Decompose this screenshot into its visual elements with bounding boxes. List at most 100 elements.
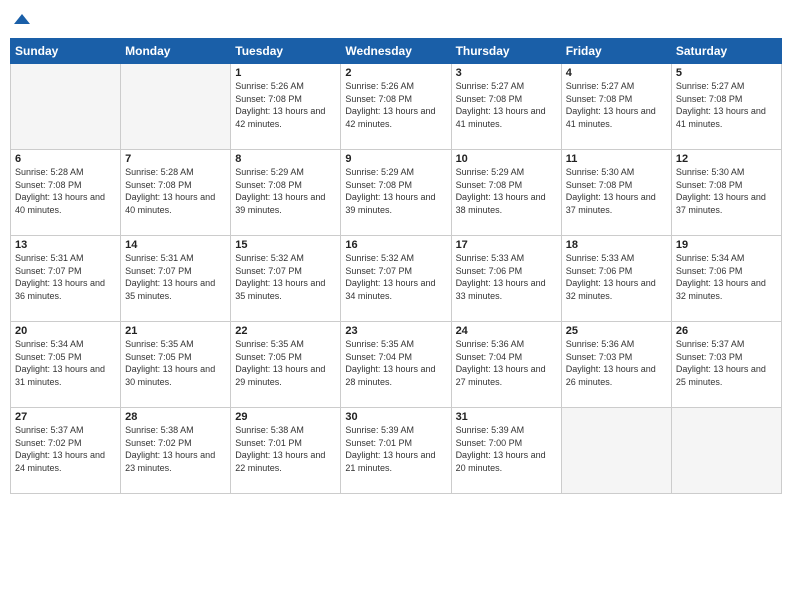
sunset-text: Sunset: 7:08 PM (235, 179, 336, 192)
calendar-week-row: 13Sunrise: 5:31 AMSunset: 7:07 PMDayligh… (11, 236, 782, 322)
day-info: Sunrise: 5:34 AMSunset: 7:05 PMDaylight:… (15, 338, 116, 388)
weekday-header-friday: Friday (561, 39, 671, 64)
day-info: Sunrise: 5:27 AMSunset: 7:08 PMDaylight:… (566, 80, 667, 130)
calendar-cell: 13Sunrise: 5:31 AMSunset: 7:07 PMDayligh… (11, 236, 121, 322)
calendar-week-row: 1Sunrise: 5:26 AMSunset: 7:08 PMDaylight… (11, 64, 782, 150)
calendar-cell: 9Sunrise: 5:29 AMSunset: 7:08 PMDaylight… (341, 150, 451, 236)
calendar-cell (671, 408, 781, 494)
day-number: 7 (125, 153, 226, 165)
day-number: 25 (566, 325, 667, 337)
sunset-text: Sunset: 7:08 PM (15, 179, 116, 192)
day-number: 19 (676, 239, 777, 251)
day-info: Sunrise: 5:28 AMSunset: 7:08 PMDaylight:… (125, 166, 226, 216)
sunrise-text: Sunrise: 5:39 AM (456, 424, 557, 437)
day-number: 1 (235, 67, 336, 79)
sunrise-text: Sunrise: 5:35 AM (345, 338, 446, 351)
calendar-cell: 27Sunrise: 5:37 AMSunset: 7:02 PMDayligh… (11, 408, 121, 494)
day-number: 9 (345, 153, 446, 165)
sunset-text: Sunset: 7:08 PM (345, 93, 446, 106)
sunset-text: Sunset: 7:08 PM (566, 93, 667, 106)
day-number: 26 (676, 325, 777, 337)
sunset-text: Sunset: 7:00 PM (456, 437, 557, 450)
daylight-text: Daylight: 13 hours and 39 minutes. (345, 191, 446, 216)
logo (10, 10, 32, 30)
sunrise-text: Sunrise: 5:37 AM (15, 424, 116, 437)
day-info: Sunrise: 5:27 AMSunset: 7:08 PMDaylight:… (676, 80, 777, 130)
sunrise-text: Sunrise: 5:33 AM (456, 252, 557, 265)
page: SundayMondayTuesdayWednesdayThursdayFrid… (0, 0, 792, 612)
daylight-text: Daylight: 13 hours and 41 minutes. (566, 105, 667, 130)
calendar-cell: 25Sunrise: 5:36 AMSunset: 7:03 PMDayligh… (561, 322, 671, 408)
calendar-cell: 21Sunrise: 5:35 AMSunset: 7:05 PMDayligh… (121, 322, 231, 408)
sunrise-text: Sunrise: 5:27 AM (676, 80, 777, 93)
daylight-text: Daylight: 13 hours and 22 minutes. (235, 449, 336, 474)
daylight-text: Daylight: 13 hours and 29 minutes. (235, 363, 336, 388)
day-info: Sunrise: 5:31 AMSunset: 7:07 PMDaylight:… (15, 252, 116, 302)
day-number: 15 (235, 239, 336, 251)
daylight-text: Daylight: 13 hours and 32 minutes. (676, 277, 777, 302)
daylight-text: Daylight: 13 hours and 30 minutes. (125, 363, 226, 388)
daylight-text: Daylight: 13 hours and 35 minutes. (125, 277, 226, 302)
day-number: 13 (15, 239, 116, 251)
sunrise-text: Sunrise: 5:34 AM (676, 252, 777, 265)
calendar: SundayMondayTuesdayWednesdayThursdayFrid… (10, 38, 782, 494)
day-info: Sunrise: 5:38 AMSunset: 7:01 PMDaylight:… (235, 424, 336, 474)
sunset-text: Sunset: 7:02 PM (125, 437, 226, 450)
day-info: Sunrise: 5:36 AMSunset: 7:04 PMDaylight:… (456, 338, 557, 388)
header (10, 10, 782, 30)
calendar-cell: 31Sunrise: 5:39 AMSunset: 7:00 PMDayligh… (451, 408, 561, 494)
calendar-cell: 15Sunrise: 5:32 AMSunset: 7:07 PMDayligh… (231, 236, 341, 322)
sunset-text: Sunset: 7:01 PM (235, 437, 336, 450)
sunset-text: Sunset: 7:08 PM (676, 179, 777, 192)
daylight-text: Daylight: 13 hours and 40 minutes. (125, 191, 226, 216)
daylight-text: Daylight: 13 hours and 24 minutes. (15, 449, 116, 474)
sunrise-text: Sunrise: 5:36 AM (566, 338, 667, 351)
daylight-text: Daylight: 13 hours and 37 minutes. (566, 191, 667, 216)
weekday-header-saturday: Saturday (671, 39, 781, 64)
day-number: 23 (345, 325, 446, 337)
sunrise-text: Sunrise: 5:36 AM (456, 338, 557, 351)
daylight-text: Daylight: 13 hours and 33 minutes. (456, 277, 557, 302)
sunrise-text: Sunrise: 5:29 AM (235, 166, 336, 179)
calendar-cell: 29Sunrise: 5:38 AMSunset: 7:01 PMDayligh… (231, 408, 341, 494)
weekday-header-wednesday: Wednesday (341, 39, 451, 64)
sunset-text: Sunset: 7:05 PM (15, 351, 116, 364)
calendar-week-row: 27Sunrise: 5:37 AMSunset: 7:02 PMDayligh… (11, 408, 782, 494)
day-number: 14 (125, 239, 226, 251)
calendar-cell: 11Sunrise: 5:30 AMSunset: 7:08 PMDayligh… (561, 150, 671, 236)
sunset-text: Sunset: 7:07 PM (15, 265, 116, 278)
sunrise-text: Sunrise: 5:26 AM (235, 80, 336, 93)
daylight-text: Daylight: 13 hours and 42 minutes. (235, 105, 336, 130)
sunset-text: Sunset: 7:03 PM (676, 351, 777, 364)
day-number: 18 (566, 239, 667, 251)
sunrise-text: Sunrise: 5:38 AM (235, 424, 336, 437)
sunset-text: Sunset: 7:02 PM (15, 437, 116, 450)
sunrise-text: Sunrise: 5:26 AM (345, 80, 446, 93)
daylight-text: Daylight: 13 hours and 20 minutes. (456, 449, 557, 474)
calendar-cell: 24Sunrise: 5:36 AMSunset: 7:04 PMDayligh… (451, 322, 561, 408)
calendar-cell: 3Sunrise: 5:27 AMSunset: 7:08 PMDaylight… (451, 64, 561, 150)
daylight-text: Daylight: 13 hours and 21 minutes. (345, 449, 446, 474)
calendar-week-row: 20Sunrise: 5:34 AMSunset: 7:05 PMDayligh… (11, 322, 782, 408)
day-number: 27 (15, 411, 116, 423)
day-number: 10 (456, 153, 557, 165)
day-info: Sunrise: 5:30 AMSunset: 7:08 PMDaylight:… (566, 166, 667, 216)
day-info: Sunrise: 5:36 AMSunset: 7:03 PMDaylight:… (566, 338, 667, 388)
weekday-header-monday: Monday (121, 39, 231, 64)
sunset-text: Sunset: 7:03 PM (566, 351, 667, 364)
calendar-cell: 22Sunrise: 5:35 AMSunset: 7:05 PMDayligh… (231, 322, 341, 408)
sunset-text: Sunset: 7:06 PM (456, 265, 557, 278)
day-info: Sunrise: 5:27 AMSunset: 7:08 PMDaylight:… (456, 80, 557, 130)
day-number: 29 (235, 411, 336, 423)
sunset-text: Sunset: 7:06 PM (676, 265, 777, 278)
sunrise-text: Sunrise: 5:39 AM (345, 424, 446, 437)
daylight-text: Daylight: 13 hours and 36 minutes. (15, 277, 116, 302)
sunset-text: Sunset: 7:07 PM (235, 265, 336, 278)
day-number: 11 (566, 153, 667, 165)
day-info: Sunrise: 5:33 AMSunset: 7:06 PMDaylight:… (456, 252, 557, 302)
sunset-text: Sunset: 7:06 PM (566, 265, 667, 278)
day-info: Sunrise: 5:32 AMSunset: 7:07 PMDaylight:… (345, 252, 446, 302)
sunrise-text: Sunrise: 5:29 AM (456, 166, 557, 179)
day-info: Sunrise: 5:35 AMSunset: 7:04 PMDaylight:… (345, 338, 446, 388)
sunrise-text: Sunrise: 5:29 AM (345, 166, 446, 179)
